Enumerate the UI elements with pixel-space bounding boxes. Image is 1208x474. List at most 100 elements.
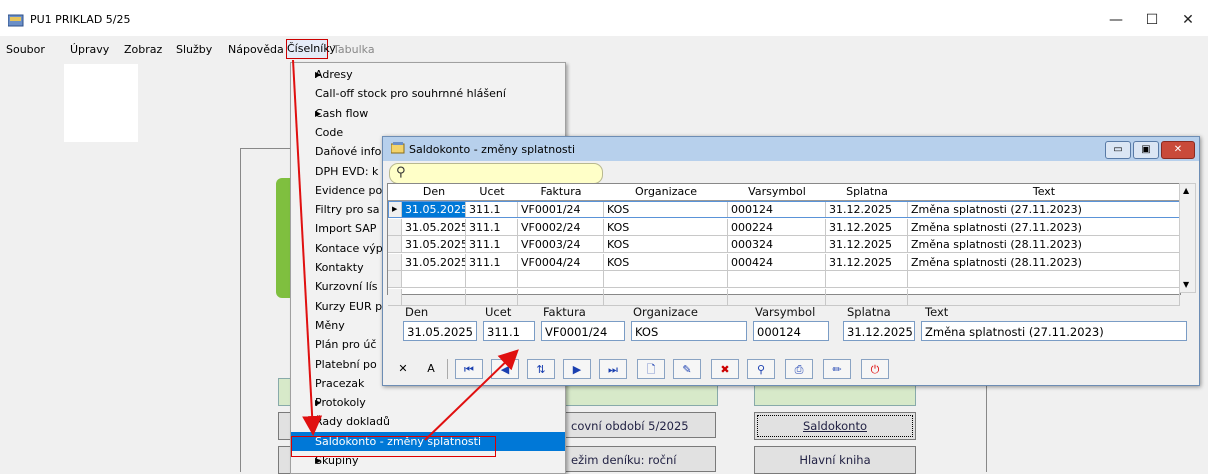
sort-icon[interactable]: ⇅ xyxy=(527,359,555,379)
dropdown-item-label: Protokoly xyxy=(315,396,366,410)
search-input[interactable]: ⚲ xyxy=(389,163,603,184)
table-cell[interactable] xyxy=(604,271,728,288)
table-cell[interactable]: VF0002/24 xyxy=(518,218,604,236)
power-icon[interactable]: ⏻ xyxy=(861,359,889,379)
menu-soubor[interactable]: Soubor xyxy=(6,43,45,56)
table-cell[interactable] xyxy=(908,271,1180,288)
row-indicator[interactable] xyxy=(388,236,402,253)
menu-zobraz[interactable]: Zobraz xyxy=(124,43,162,56)
column-header[interactable]: Splatna xyxy=(826,184,909,201)
menu-sluzby[interactable]: Služby xyxy=(176,43,212,56)
vertical-scrollbar[interactable]: ▲ ▼ xyxy=(1179,183,1196,293)
field-value[interactable]: KOS xyxy=(631,321,747,341)
table-cell[interactable] xyxy=(728,271,826,288)
close-icon[interactable]: ✕ xyxy=(1170,10,1206,30)
table-cell[interactable]: 311.1 xyxy=(466,236,518,253)
table-cell[interactable]: Změna splatnosti (27.11.2023) xyxy=(908,218,1180,236)
previous-record-icon[interactable]: ◀ xyxy=(491,359,519,379)
field-value[interactable]: 31.05.2025 xyxy=(403,321,477,341)
cancel-x-icon[interactable]: ✕ xyxy=(389,359,417,379)
table-cell[interactable]: 31.12.2025 xyxy=(826,218,908,236)
dropdown-item[interactable]: Cash flow ▶ xyxy=(291,104,565,123)
dialog-close-icon[interactable]: ✕ xyxy=(1161,141,1195,159)
next-record-icon[interactable]: ▶ xyxy=(563,359,591,379)
dropdown-item[interactable]: Řady dokladů xyxy=(291,412,565,431)
table-cell[interactable] xyxy=(908,288,1180,306)
table-cell[interactable] xyxy=(518,271,604,288)
row-indicator[interactable] xyxy=(388,218,402,236)
window-title: PU1 PRIKLAD 5/25 xyxy=(30,13,131,26)
field-value[interactable]: 31.12.2025 xyxy=(843,321,915,341)
table-cell[interactable] xyxy=(402,271,466,288)
field-value[interactable]: 311.1 xyxy=(483,321,535,341)
table-cell[interactable] xyxy=(728,288,826,306)
new-record-icon[interactable]: 🗋 xyxy=(637,359,665,379)
row-indicator[interactable] xyxy=(388,271,402,288)
table-cell[interactable]: 31.05.2025 xyxy=(402,236,466,253)
table-cell[interactable]: KOS xyxy=(604,253,728,271)
table-cell[interactable]: 31.05.2025 xyxy=(402,253,466,271)
menu-ciselniky[interactable]: Číselníky xyxy=(286,39,336,59)
table-cell[interactable]: VF0003/24 xyxy=(518,236,604,253)
saldokonto-button[interactable]: Saldokonto xyxy=(754,412,916,440)
field-value[interactable]: Změna splatnosti (27.11.2023) xyxy=(921,321,1187,341)
table-cell[interactable]: KOS xyxy=(604,218,728,236)
scroll-down-icon[interactable]: ▼ xyxy=(1183,280,1189,289)
table-cell[interactable]: 000424 xyxy=(728,253,826,271)
table-cell[interactable] xyxy=(604,288,728,306)
table-cell[interactable] xyxy=(466,271,518,288)
row-indicator[interactable] xyxy=(388,288,402,306)
table-cell[interactable]: 311.1 xyxy=(466,253,518,271)
dropdown-item[interactable]: Adresy ▶ xyxy=(291,65,565,84)
dialog-restore-icon[interactable]: ▣ xyxy=(1133,141,1159,159)
delete-icon[interactable]: ✖ xyxy=(711,359,739,379)
table-cell[interactable] xyxy=(518,288,604,306)
table-cell[interactable]: 311.1 xyxy=(466,218,518,236)
minimize-icon[interactable]: — xyxy=(1098,10,1134,30)
print-icon[interactable]: ⎙ xyxy=(785,359,813,379)
maximize-icon[interactable]: ☐ xyxy=(1134,10,1170,30)
table-cell[interactable]: Změna splatnosti (28.11.2023) xyxy=(908,253,1180,271)
table-cell[interactable]: Změna splatnosti (28.11.2023) xyxy=(908,236,1180,253)
table-cell[interactable]: 31.12.2025 xyxy=(826,236,908,253)
table-cell[interactable]: 31.05.2025 xyxy=(402,218,466,236)
table-cell[interactable]: VF0004/24 xyxy=(518,253,604,271)
scroll-up-icon[interactable]: ▲ xyxy=(1183,186,1189,195)
data-grid[interactable]: Den Ucet Faktura Organizace Varsymbol Splatna… xyxy=(387,183,1181,306)
dialog-minimize-icon[interactable]: ▭ xyxy=(1105,141,1131,159)
row-indicator[interactable] xyxy=(388,253,402,271)
menu-tabulka[interactable]: Tabulka xyxy=(333,43,375,56)
column-header[interactable]: Den xyxy=(402,184,467,201)
edit-icon[interactable]: ✎ xyxy=(673,359,701,379)
table-cell[interactable] xyxy=(826,288,908,306)
column-header[interactable]: Ucet xyxy=(466,184,519,201)
font-icon[interactable]: A xyxy=(417,359,445,379)
field-value[interactable]: 000124 xyxy=(753,321,829,341)
dropdown-item[interactable]: Protokoly ▶ xyxy=(291,393,565,412)
decorative-shape xyxy=(276,178,290,298)
column-header[interactable]: Text xyxy=(908,184,1181,201)
column-header[interactable]: Faktura xyxy=(518,184,605,201)
find-icon[interactable]: ⚲ xyxy=(747,359,775,379)
table-cell[interactable] xyxy=(466,288,518,306)
obdobi-button[interactable]: covní období 5/2025 xyxy=(564,412,716,438)
menu-upravy[interactable]: Úpravy xyxy=(70,43,109,56)
hlavni-kniha-button[interactable]: Hlavní kniha xyxy=(754,446,916,474)
column-header[interactable]: Varsymbol xyxy=(728,184,827,201)
field-value[interactable]: VF0001/24 xyxy=(541,321,625,341)
table-cell[interactable]: 000224 xyxy=(728,218,826,236)
table-cell[interactable]: 31.12.2025 xyxy=(826,253,908,271)
column-header[interactable]: Organizace xyxy=(604,184,729,201)
last-record-icon[interactable]: ⏭ xyxy=(599,359,627,379)
table-cell[interactable] xyxy=(826,271,908,288)
dropdown-item[interactable]: Call-off stock pro souhrnné hlášení xyxy=(291,84,565,103)
table-cell[interactable] xyxy=(402,288,466,306)
dropdown-item-label: Kontace výp xyxy=(315,241,383,255)
pencil-icon[interactable]: ✏ xyxy=(823,359,851,379)
menu-napoveda[interactable]: Nápověda xyxy=(228,43,284,56)
rezim-deniku-button[interactable]: ežim deníku: roční xyxy=(564,446,716,472)
table-cell[interactable]: KOS xyxy=(604,236,728,253)
first-record-icon[interactable]: ⏮ xyxy=(455,359,483,379)
dropdown-item-label: Evidence po xyxy=(315,183,383,197)
table-cell[interactable]: 000324 xyxy=(728,236,826,253)
